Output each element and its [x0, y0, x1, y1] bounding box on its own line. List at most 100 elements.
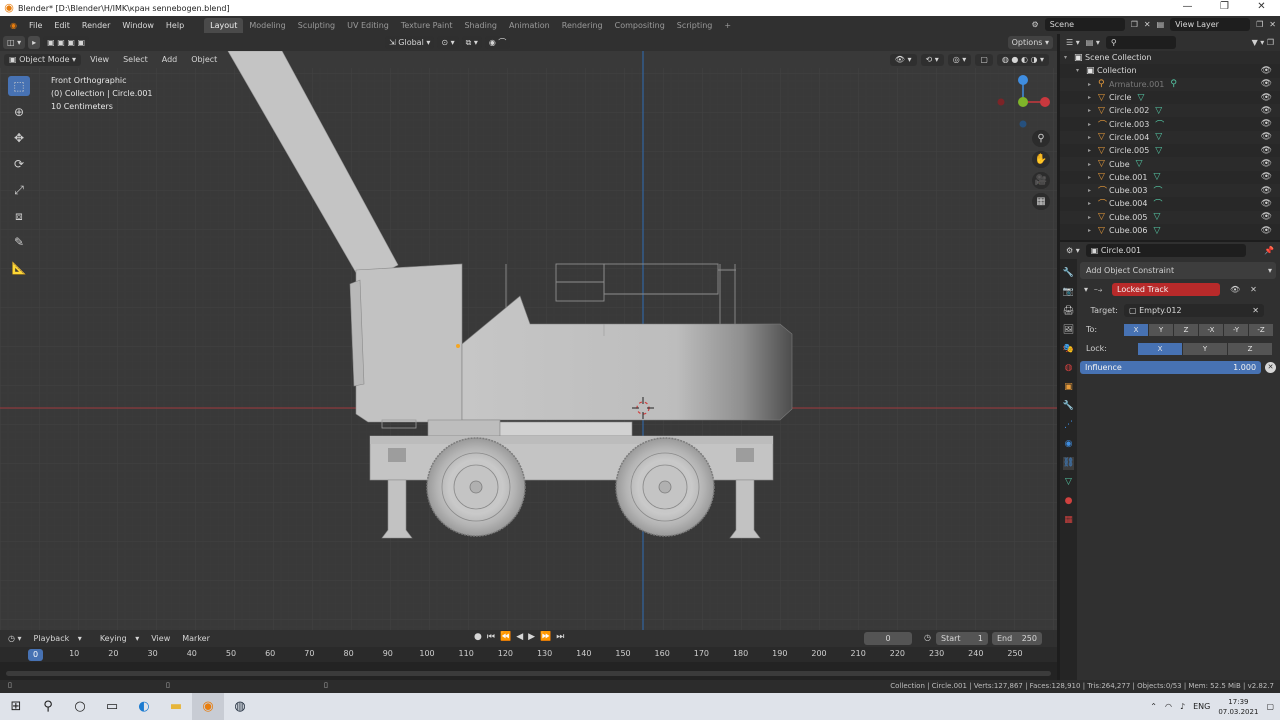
data-tab-icon[interactable]: ▽ [1065, 476, 1072, 489]
start-frame-field[interactable]: Start 1 [936, 632, 988, 645]
expand-arrow-icon[interactable]: ▾ [1064, 54, 1074, 61]
tab-rendering[interactable]: Rendering [556, 18, 609, 33]
outliner-item[interactable]: ▸ ▽ Circle.004 ▽ 👁 [1060, 130, 1280, 145]
material-tab-icon[interactable]: ● [1065, 495, 1073, 508]
expand-arrow-icon[interactable]: ▸ [1088, 187, 1098, 194]
playhead[interactable]: 0 [28, 649, 43, 661]
tab-scripting[interactable]: Scripting [671, 18, 719, 33]
tool-tab-icon[interactable]: 🔧 [1063, 267, 1074, 280]
mesh-data-icon[interactable]: ▽ [1155, 106, 1162, 116]
navigation-gizmo[interactable] [990, 72, 1056, 128]
properties-object-field[interactable]: ▣ Circle.001 [1085, 244, 1246, 257]
mesh-data-icon[interactable]: ⌒ [1153, 184, 1162, 197]
pin-icon[interactable]: 📌 [1264, 246, 1274, 255]
to-axis-x[interactable]: X [1124, 323, 1148, 336]
visibility-eye-icon[interactable]: 👁 [1261, 106, 1272, 116]
play-icon[interactable]: ▶ [528, 632, 535, 642]
pan-hand-icon[interactable]: ✋ [1032, 151, 1050, 168]
object-tab-icon[interactable]: ▣ [1064, 381, 1073, 394]
mesh-data-icon[interactable]: ▽ [1153, 226, 1160, 236]
expand-arrow-icon[interactable]: ▸ [1088, 94, 1098, 101]
expand-arrow-icon[interactable]: ▸ [1088, 107, 1098, 114]
eye-icon[interactable]: 👁 [1230, 285, 1240, 294]
mesh-data-icon[interactable]: ⌒ [1153, 197, 1162, 210]
visibility-eye-icon[interactable]: 👁 [1261, 172, 1272, 182]
transform-tool-icon[interactable]: ⧈ [8, 206, 30, 226]
jump-end-icon[interactable]: ⏭ [556, 632, 564, 642]
expand-arrow-icon[interactable]: ▸ [1088, 214, 1098, 221]
expand-arrow-icon[interactable]: ▸ [1088, 200, 1098, 207]
outliner-item[interactable]: ▸ ▽ Cube.006 ▽ 👁 [1060, 224, 1280, 237]
menu-timeline-view[interactable]: View [145, 634, 176, 643]
view-layer-field[interactable]: View Layer [1170, 18, 1251, 31]
clock[interactable]: 17:39 07.03.2021 [1218, 697, 1258, 717]
to-axis-z[interactable]: Z [1174, 323, 1198, 336]
play-reverse-icon[interactable]: ◀ [516, 632, 523, 642]
edge-icon[interactable]: ◐ [128, 693, 160, 720]
clear-target-icon[interactable]: ✕ [1252, 304, 1259, 317]
tab-shading[interactable]: Shading [458, 18, 503, 33]
visibility-eye-icon[interactable]: 👁 [1261, 146, 1272, 156]
transform-orientation-dropdown[interactable]: ⇲ Global ▾ [385, 36, 435, 49]
keyframe-icon[interactable]: ✕ [1265, 362, 1276, 373]
target-field[interactable]: ▢ Empty.012 ✕ [1124, 304, 1264, 317]
display-mode-icon[interactable]: ▤ ▾ [1086, 38, 1100, 47]
mesh-data-icon[interactable]: ▽ [1155, 132, 1162, 142]
world-tab-icon[interactable]: ◍ [1065, 362, 1073, 375]
close-icon[interactable]: ✕ [1243, 0, 1280, 16]
outliner-search-input[interactable]: ⚲ [1105, 36, 1176, 49]
output-tab-icon[interactable]: 🖨 [1063, 305, 1074, 318]
menu-file[interactable]: File [23, 21, 48, 30]
menu-object[interactable]: Object [186, 54, 222, 66]
remove-constraint-icon[interactable]: ✕ [1250, 285, 1257, 294]
grid-perspective-icon[interactable]: ▦ [1032, 193, 1050, 210]
outliner-item[interactable]: ▸ ⌒ Circle.003 ⌒ 👁 [1060, 117, 1280, 131]
view-layer-tab-icon[interactable]: 🖼 [1063, 324, 1074, 337]
outliner-editor-icon[interactable]: ☰ ▾ [1066, 38, 1080, 47]
outliner-item[interactable]: ▸ ▽ Circle.005 ▽ 👁 [1060, 144, 1280, 157]
tab-layout[interactable]: Layout [204, 17, 244, 33]
preview-range-icon[interactable]: ◷ [924, 633, 931, 642]
notifications-icon[interactable]: ▢ [1266, 702, 1274, 711]
outliner-item[interactable]: ▸ ⌒ Cube.004 ⌒ 👁 [1060, 197, 1280, 211]
outliner-item[interactable]: ▾ ▣ Collection 👁 [1060, 64, 1280, 77]
tray-expand-icon[interactable]: ⌃ [1150, 702, 1157, 711]
outliner-item[interactable]: ▸ ⚲ Armature.001 ⚲ 👁 [1060, 77, 1280, 91]
prev-keyframe-icon[interactable]: ⏪ [500, 632, 511, 642]
visibility-eye-icon[interactable]: 👁 [1261, 132, 1272, 142]
visibility-eye-icon[interactable]: 👁 [1261, 66, 1272, 76]
cursor-tool-icon[interactable]: ⊕ [8, 102, 30, 122]
rotate-tool-icon[interactable]: ⟳ [8, 154, 30, 174]
expand-arrow-icon[interactable]: ▸ [1088, 147, 1098, 154]
select-box-tool-icon[interactable]: ⬚ [8, 76, 30, 96]
to-axis-neg-y[interactable]: -Y [1224, 323, 1248, 336]
close-icon[interactable]: ✕ [1269, 20, 1276, 29]
menu-window[interactable]: Window [116, 21, 160, 30]
expand-arrow-icon[interactable]: ▸ [1088, 161, 1098, 168]
menu-edit[interactable]: Edit [48, 21, 76, 30]
jump-start-icon[interactable]: ⏮ [487, 632, 495, 642]
select-tool-icon[interactable]: ▸ [28, 36, 41, 49]
mesh-data-icon[interactable]: ▽ [1153, 212, 1160, 222]
scene-copy-icon[interactable]: ❐ [1131, 20, 1138, 29]
visibility-icon[interactable]: 👁 ▾ [889, 53, 917, 66]
tab-uv-editing[interactable]: UV Editing [341, 18, 395, 33]
3d-viewport[interactable]: ◫ ▾ ▸ ▣ ▣ ▣ ▣ ⇲ Global ▾ ⊙ ▾ ⧉ ▾ ◉ ⌒ Opt… [0, 34, 1057, 630]
influence-slider[interactable]: Influence 1.000 [1080, 361, 1262, 374]
menu-view[interactable]: View [85, 54, 114, 66]
outliner-item[interactable]: ▸ ▽ Cube.005 ▽ 👁 [1060, 210, 1280, 224]
timeline-scrollbar[interactable] [6, 671, 1051, 676]
lock-axis-y[interactable]: Y [1183, 342, 1227, 355]
mesh-data-icon[interactable]: ▽ [1155, 146, 1162, 156]
expand-arrow-icon[interactable]: ▸ [1088, 134, 1098, 141]
outliner-item[interactable]: ▸ ▽ Circle ▽ 👁 [1060, 91, 1280, 104]
properties-editor-icon[interactable]: ⚙ ▾ [1066, 246, 1080, 255]
current-frame-field[interactable]: 0 [864, 632, 912, 645]
shading-modes-icons[interactable]: ◍ ● ◐ ◑ ▾ [996, 53, 1049, 66]
mesh-data-icon[interactable]: ⚲ [1170, 79, 1177, 89]
gizmo-toggle-icon[interactable]: ⟲ ▾ [920, 53, 944, 66]
blender-menu-icon[interactable]: ◉ [4, 21, 23, 30]
expand-arrow-icon[interactable]: ▸ [1088, 121, 1098, 128]
snap-icon[interactable]: ⧉ ▾ [461, 36, 482, 49]
tab-sculpting[interactable]: Sculpting [292, 18, 341, 33]
